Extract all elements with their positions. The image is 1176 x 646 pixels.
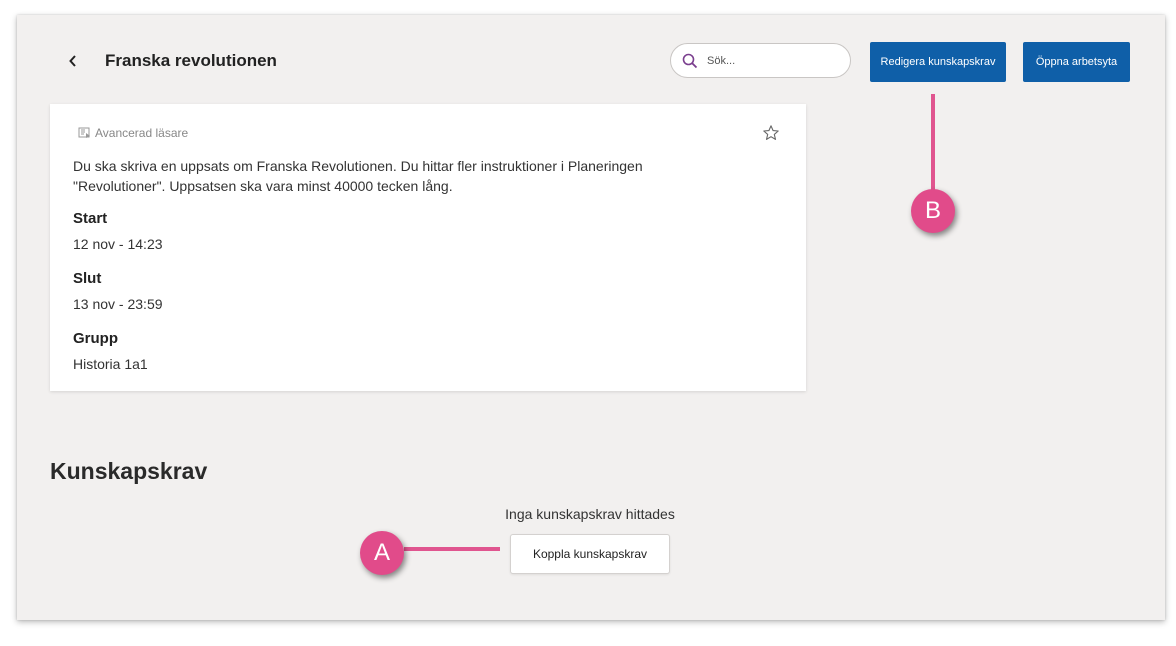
edit-criteria-button[interactable]: Redigera kunskapskrav	[870, 42, 1006, 82]
callout-line-b	[931, 94, 935, 190]
annotation-marker-b: B	[911, 189, 955, 233]
annotation-marker-a: A	[360, 531, 404, 575]
app-window: Franska revolutionen Redigera kunskapskr…	[17, 15, 1165, 620]
search-input[interactable]	[707, 51, 842, 71]
search-icon	[682, 53, 698, 69]
criteria-section-title: Kunskapskrav	[50, 458, 208, 484]
empty-criteria-message: Inga kunskapskrav hittades	[505, 506, 675, 522]
page-title: Franska revolutionen	[105, 51, 277, 70]
group-value: Historia 1a1	[73, 356, 148, 372]
immersive-reader-icon	[78, 127, 90, 138]
reader-label: Avancerad läsare	[95, 126, 189, 140]
start-value: 12 nov - 14:23	[73, 236, 163, 252]
end-label: Slut	[73, 270, 102, 287]
end-value: 13 nov - 23:59	[73, 296, 163, 312]
back-button[interactable]	[63, 47, 83, 75]
start-label: Start	[73, 210, 108, 227]
star-icon[interactable]	[762, 124, 780, 142]
assignment-card: Avancerad läsare Du ska skriva en uppsat…	[50, 104, 806, 391]
chevron-left-icon	[69, 55, 76, 67]
group-label: Grupp	[73, 330, 118, 347]
connect-criteria-button[interactable]: Koppla kunskapskrav	[510, 534, 670, 574]
immersive-reader-button[interactable]: Avancerad läsare	[78, 126, 188, 140]
assignment-description: Du ska skriva en uppsats om Franska Revo…	[73, 158, 643, 194]
callout-line-a	[404, 547, 500, 551]
open-workspace-button[interactable]: Öppna arbetsyta	[1023, 42, 1130, 82]
search-box[interactable]	[670, 43, 851, 78]
